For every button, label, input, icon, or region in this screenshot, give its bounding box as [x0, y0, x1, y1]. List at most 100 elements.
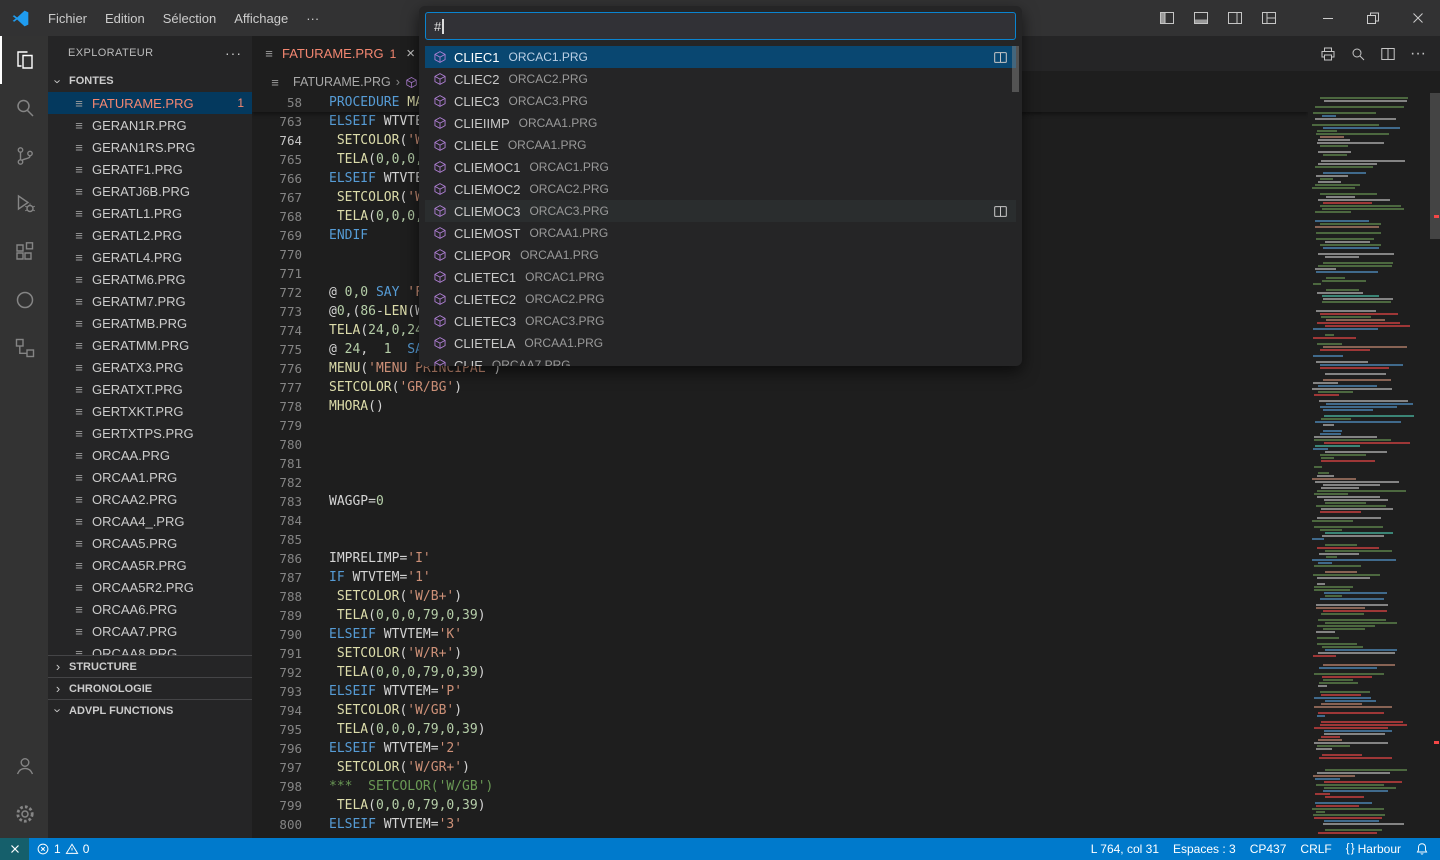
line-number[interactable]: 796: [252, 739, 302, 758]
line-number[interactable]: 778: [252, 397, 302, 416]
open-preview-icon[interactable]: [1350, 46, 1366, 62]
quickpick-item[interactable]: CLIEMOSTORCAA1.PRG: [425, 222, 1016, 244]
file-item[interactable]: ≡GERATF1.PRG: [48, 158, 252, 180]
line-number[interactable]: 799: [252, 796, 302, 815]
file-item[interactable]: ≡GERATXT.PRG: [48, 378, 252, 400]
line-number[interactable]: 772: [252, 283, 302, 302]
code-line[interactable]: 793ELSEIF WTVTEM='P': [252, 682, 1308, 701]
file-item[interactable]: ≡FATURAME.PRG1: [48, 92, 252, 114]
line-number[interactable]: 798: [252, 777, 302, 796]
file-item[interactable]: ≡ORCAA1.PRG: [48, 466, 252, 488]
file-item[interactable]: ≡ORCAA7.PRG: [48, 620, 252, 642]
settings-gear-icon[interactable]: [0, 790, 48, 838]
code-line[interactable]: 794 SETCOLOR('W/GB'): [252, 701, 1308, 720]
file-item[interactable]: ≡GERATMM.PRG: [48, 334, 252, 356]
line-number[interactable]: 771: [252, 264, 302, 283]
menu-item-4[interactable]: ···: [297, 0, 328, 36]
line-number[interactable]: 767: [252, 188, 302, 207]
section-chronologie[interactable]: › CHRONOLOGIE: [48, 677, 252, 699]
run-debug-icon[interactable]: [0, 180, 48, 228]
code-line[interactable]: 799 TELA(0,0,0,79,0,39): [252, 796, 1308, 815]
section-fontes[interactable]: › FONTES: [48, 70, 252, 92]
explorer-more-actions-icon[interactable]: ···: [225, 45, 242, 61]
open-to-side-icon[interactable]: [993, 50, 1008, 65]
search-icon[interactable]: [0, 84, 48, 132]
file-item[interactable]: ≡GERATM6.PRG: [48, 268, 252, 290]
line-number[interactable]: 784: [252, 511, 302, 530]
line-number[interactable]: 777: [252, 378, 302, 397]
code-line[interactable]: 798*** SETCOLOR('W/GB'): [252, 777, 1308, 796]
quickpick-item[interactable]: CLIELEORCAA1.PRG: [425, 134, 1016, 156]
code-line[interactable]: 789 TELA(0,0,0,79,0,39): [252, 606, 1308, 625]
quickpick-item[interactable]: CLIETEC2ORCAC2.PRG: [425, 288, 1016, 310]
quickpick-item[interactable]: CLIETEC1ORCAC1.PRG: [425, 266, 1016, 288]
quickpick-scrollbar[interactable]: [1012, 46, 1019, 92]
code-line[interactable]: 782: [252, 473, 1308, 492]
line-number[interactable]: 780: [252, 435, 302, 454]
minimize-button[interactable]: [1305, 0, 1350, 36]
code-line[interactable]: 777SETCOLOR('GR/BG'): [252, 378, 1308, 397]
close-window-icon[interactable]: [1395, 0, 1440, 36]
section-structure[interactable]: › STRUCTURE: [48, 655, 252, 677]
customize-layout-icon[interactable]: [1255, 5, 1283, 31]
quickpick-item[interactable]: CLIEORCAA7.PRG: [425, 354, 1016, 366]
code-line[interactable]: 796ELSEIF WTVTEM='2': [252, 739, 1308, 758]
line-number[interactable]: 790: [252, 625, 302, 644]
code-line[interactable]: 795 TELA(0,0,0,79,0,39): [252, 720, 1308, 739]
toggle-secondary-sidebar-icon[interactable]: [1221, 5, 1249, 31]
quickpick-item[interactable]: CLIEPORORCAA1.PRG: [425, 244, 1016, 266]
code-line[interactable]: 785: [252, 530, 1308, 549]
file-item[interactable]: ≡GERATM7.PRG: [48, 290, 252, 312]
line-number[interactable]: 765: [252, 150, 302, 169]
line-number[interactable]: 769: [252, 226, 302, 245]
line-number[interactable]: 773: [252, 302, 302, 321]
line-number[interactable]: 781: [252, 454, 302, 473]
file-item[interactable]: ≡GERATL1.PRG: [48, 202, 252, 224]
toggle-primary-sidebar-icon[interactable]: [1153, 5, 1181, 31]
file-item[interactable]: ≡GERTXKT.PRG: [48, 400, 252, 422]
section-advpl-functions[interactable]: › ADVPL FUNCTIONS: [48, 699, 252, 721]
extensions-icon[interactable]: [0, 228, 48, 276]
encoding-status[interactable]: CP437: [1243, 838, 1294, 860]
problems-status[interactable]: 1 0: [29, 838, 96, 860]
file-item[interactable]: ≡ORCAA8.PRG: [48, 642, 252, 655]
language-mode[interactable]: { }Harbour: [1339, 838, 1408, 860]
account-icon[interactable]: [0, 742, 48, 790]
file-item[interactable]: ≡GERATMB.PRG: [48, 312, 252, 334]
line-number[interactable]: 785: [252, 530, 302, 549]
menu-item-2[interactable]: Sélection: [154, 0, 225, 36]
minimap[interactable]: [1310, 93, 1430, 838]
quickpick-item[interactable]: CLIEMOC1ORCAC1.PRG: [425, 156, 1016, 178]
quick-open-input[interactable]: #: [425, 12, 1016, 40]
line-number[interactable]: 786: [252, 549, 302, 568]
file-item[interactable]: ≡ORCAA5.PRG: [48, 532, 252, 554]
hierarchy-icon[interactable]: [0, 324, 48, 372]
tab-faturame[interactable]: ≡ FATURAME.PRG 1 ×: [252, 36, 425, 71]
code-line[interactable]: 781: [252, 454, 1308, 473]
file-item[interactable]: ≡ORCAA.PRG: [48, 444, 252, 466]
file-item[interactable]: ≡ORCAA4_.PRG: [48, 510, 252, 532]
file-item[interactable]: ≡GERAN1RS.PRG: [48, 136, 252, 158]
notifications-icon[interactable]: [1408, 838, 1436, 860]
code-line[interactable]: 783WAGGP=0: [252, 492, 1308, 511]
file-item[interactable]: ≡GERATX3.PRG: [48, 356, 252, 378]
file-item[interactable]: ≡ORCAA5R.PRG: [48, 554, 252, 576]
quickpick-item[interactable]: CLIEC1ORCAC1.PRG: [425, 46, 1016, 68]
line-number[interactable]: 787: [252, 568, 302, 587]
file-item[interactable]: ≡GERAN1R.PRG: [48, 114, 252, 136]
toggle-panel-icon[interactable]: [1187, 5, 1215, 31]
eol-status[interactable]: CRLF: [1293, 838, 1338, 860]
line-number[interactable]: 774: [252, 321, 302, 340]
code-line[interactable]: 800ELSEIF WTVTEM='3': [252, 815, 1308, 834]
line-number[interactable]: 788: [252, 587, 302, 606]
line-number[interactable]: 800: [252, 815, 302, 834]
menu-item-0[interactable]: Fichier: [39, 0, 96, 36]
quickpick-item[interactable]: CLIEC2ORCAC2.PRG: [425, 68, 1016, 90]
line-number[interactable]: 794: [252, 701, 302, 720]
editor-scrollbar[interactable]: [1430, 93, 1440, 838]
line-number[interactable]: 766: [252, 169, 302, 188]
file-item[interactable]: ≡GERTXTPS.PRG: [48, 422, 252, 444]
line-number[interactable]: 768: [252, 207, 302, 226]
line-number[interactable]: 779: [252, 416, 302, 435]
restore-button[interactable]: [1350, 0, 1395, 36]
